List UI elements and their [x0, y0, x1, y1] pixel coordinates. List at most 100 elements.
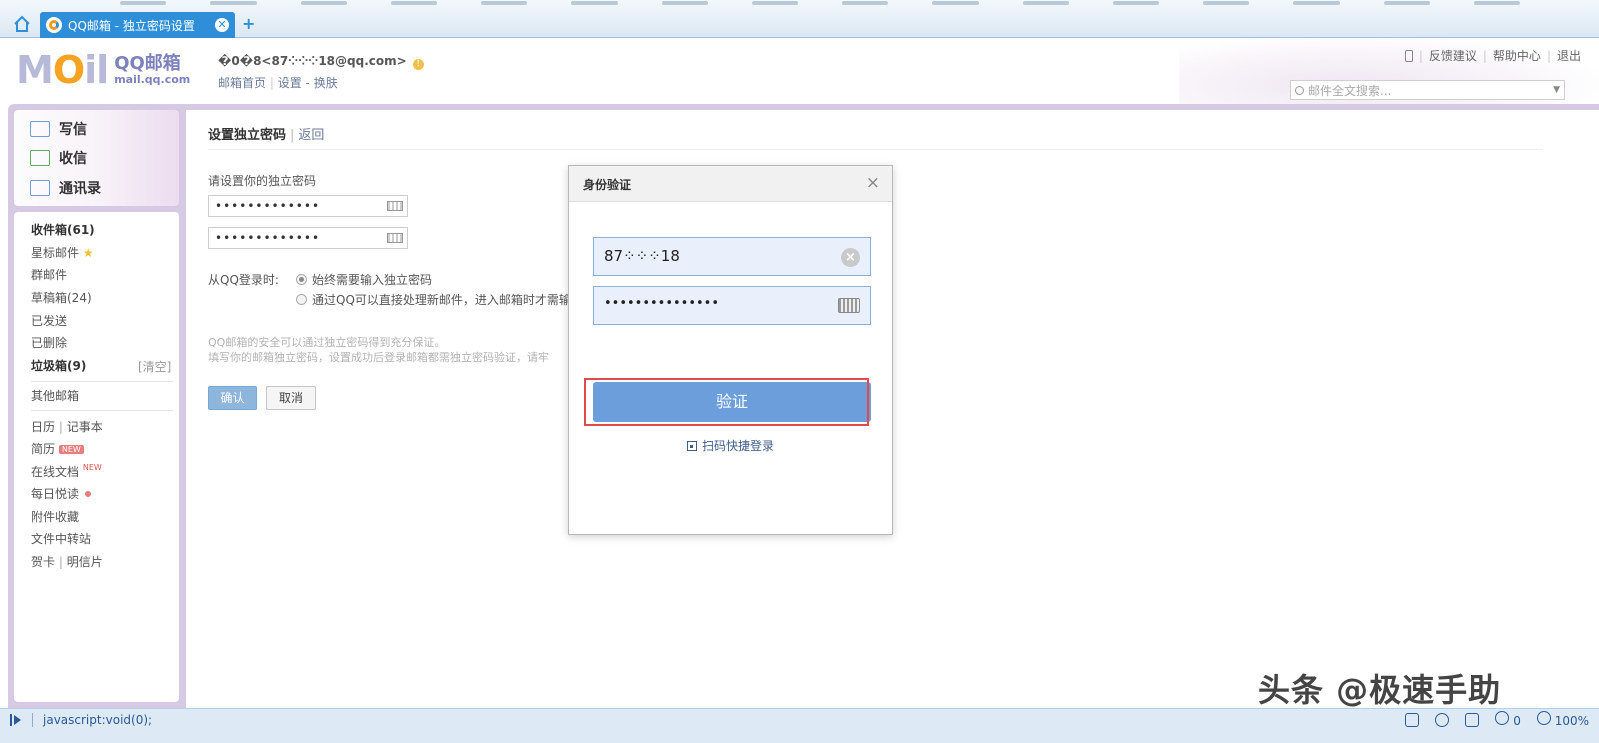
divider	[31, 381, 173, 382]
page-title: 设置独立密码 | 返回	[208, 128, 325, 143]
apps-calendar-notes: 日历 | 记事本	[31, 420, 103, 434]
download-icon	[1495, 711, 1510, 725]
warning-icon[interactable]: !	[412, 59, 424, 70]
qr-code-icon	[686, 441, 697, 451]
divider	[208, 149, 1543, 150]
link-greeting-cards[interactable]: 贺卡	[31, 555, 55, 569]
folder-drafts[interactable]: 草稿箱(24)	[31, 289, 92, 306]
link-resume[interactable]: 简历 NEW	[31, 440, 84, 457]
contacts-button[interactable]: 通讯录	[30, 178, 101, 198]
link-notes[interactable]: 记事本	[67, 420, 103, 434]
security-note-line1: QQ邮箱的安全可以通过独立密码得到充分保证。	[208, 336, 446, 349]
folder-group-mail[interactable]: 群邮件	[31, 266, 67, 283]
link-file-transfer[interactable]: 文件中转站	[31, 530, 91, 547]
back-link[interactable]: 返回	[298, 128, 324, 143]
qq-mail-logo[interactable]: MOil QQ邮箱 mail.qq.com	[16, 48, 191, 92]
close-icon[interactable]: ×	[866, 173, 880, 193]
search-icon	[1295, 85, 1304, 95]
network-icon[interactable]	[1465, 712, 1480, 727]
clear-input-icon[interactable]: ×	[841, 248, 860, 267]
receive-button[interactable]: 收信	[30, 148, 87, 168]
browser-status-bar: javascript:void(0); 0 100%	[0, 708, 1599, 743]
shield-icon[interactable]	[1405, 712, 1420, 727]
keyboard-icon[interactable]	[387, 201, 403, 211]
receive-label: 收信	[59, 151, 87, 167]
apps-cards: 贺卡 | 明信片	[31, 555, 103, 569]
link-attachments[interactable]: 附件收藏	[31, 508, 79, 525]
unread-dot-icon	[85, 491, 92, 497]
password-field-value: •••••••••••••	[215, 199, 321, 213]
folder-junk[interactable]: 垃圾箱(9)	[31, 357, 86, 374]
chevron-down-icon[interactable]: ▼	[1553, 85, 1560, 95]
link-daily-reading[interactable]: 每日悦读	[31, 485, 92, 502]
watermark: 头条 @极速手助	[1258, 671, 1502, 709]
radio-unchecked-icon	[296, 294, 307, 305]
folder-other-mail[interactable]: 其他邮箱	[31, 387, 79, 404]
status-url: javascript:void(0);	[43, 713, 153, 727]
link-mail-home[interactable]: 邮箱首页	[218, 76, 266, 90]
radio-always-require-label: 始终需要输入独立密码	[312, 273, 433, 287]
password-prompt: 请设置你的独立密码	[208, 174, 317, 188]
junk-clear-link[interactable]: [清空]	[138, 358, 171, 375]
tab-close-icon[interactable]: ✕	[215, 18, 229, 32]
link-online-docs[interactable]: 在线文档 NEW	[31, 463, 102, 480]
link-skin[interactable]: 换肤	[314, 76, 338, 90]
password-input[interactable]: •••••••••••••••	[593, 286, 871, 325]
download-count: 0	[1513, 714, 1521, 728]
page-title-text: 设置独立密码	[208, 128, 287, 143]
keyboard-icon[interactable]	[838, 298, 860, 313]
new-badge: NEW	[82, 463, 102, 472]
mail-search-input[interactable]: 邮件全文搜索... ▼	[1290, 80, 1565, 100]
link-postcards[interactable]: 明信片	[67, 555, 103, 569]
password-field[interactable]: •••••••••••••	[208, 195, 408, 217]
radio-qq-direct-label: 通过QQ可以直接处理新邮件，进入邮箱时才需输入	[312, 293, 583, 307]
compose-label: 写信	[59, 122, 87, 138]
folder-inbox[interactable]: 收件箱(61)	[31, 221, 95, 238]
compose-button[interactable]: 写信	[30, 119, 87, 139]
identity-verification-dialog: 身份验证 × 87⁘⁘⁘18 × ••••••••••••••• 验证 扫码快捷…	[568, 165, 893, 535]
logo-domain: mail.qq.com	[114, 72, 191, 86]
top-links: | 反馈建议 | 帮助中心 | 退出	[1404, 47, 1581, 64]
speaker-icon[interactable]	[1435, 712, 1450, 727]
folder-list-panel	[14, 212, 179, 702]
keyboard-icon[interactable]	[387, 233, 403, 243]
star-icon: ★	[82, 246, 94, 260]
login-option-label: 从QQ登录时:	[208, 273, 279, 287]
docs-label: 在线文档	[31, 465, 80, 479]
download-counter[interactable]: 0	[1495, 711, 1521, 728]
qr-login-label: 扫码快捷登录	[701, 439, 774, 453]
link-help[interactable]: 帮助中心	[1493, 47, 1541, 64]
browser-tab-bar: QQ邮箱 - 独立密码设置 ✕ +	[0, 0, 1599, 38]
zoom-level: 100%	[1554, 714, 1589, 728]
cancel-button[interactable]: 取消	[266, 386, 316, 410]
confirm-password-field[interactable]: •••••••••••••	[208, 227, 408, 249]
radio-qq-direct[interactable]: 通过QQ可以直接处理新邮件，进入邮箱时才需输入	[296, 291, 583, 308]
folder-sent[interactable]: 已发送	[31, 312, 67, 329]
radio-always-require[interactable]: 始终需要输入独立密码	[296, 271, 432, 288]
tab-qq-mail[interactable]: QQ邮箱 - 独立密码设置 ✕	[40, 12, 235, 38]
bookmarks-bar	[120, 0, 1520, 8]
new-tab-button[interactable]: +	[242, 14, 255, 33]
resume-label: 简历	[31, 442, 56, 456]
link-logout[interactable]: 退出	[1557, 47, 1581, 64]
dialog-title: 身份验证	[583, 178, 632, 192]
sidebar-toggle-icon[interactable]	[10, 714, 22, 726]
account-display: �0�8<87⁘⁘⁘18@qq.com>	[218, 54, 407, 68]
link-calendar[interactable]: 日历	[31, 420, 55, 434]
security-note-line2: 填写你的邮箱独立密码，设置成功后登录邮箱都需独立密码验证，请牢	[208, 351, 549, 364]
inbox-download-icon	[30, 150, 50, 166]
account-input[interactable]: 87⁘⁘⁘18 ×	[593, 237, 871, 276]
divider	[31, 410, 173, 411]
link-settings[interactable]: 设置	[278, 76, 302, 90]
zoom-control[interactable]: 100%	[1536, 711, 1589, 728]
home-icon[interactable]	[12, 14, 32, 34]
mobile-icon[interactable]	[1404, 49, 1413, 62]
folder-deleted[interactable]: 已删除	[31, 334, 67, 351]
dialog-header: 身份验证 ×	[569, 166, 892, 202]
link-feedback[interactable]: 反馈建议	[1429, 47, 1477, 64]
tab-title: QQ邮箱 - 独立密码设置	[68, 18, 195, 33]
daily-label: 每日悦读	[31, 487, 80, 501]
folder-starred[interactable]: 星标邮件 ★	[31, 244, 94, 261]
confirm-button[interactable]: 确认	[208, 386, 257, 410]
qr-login-link[interactable]: 扫码快捷登录	[569, 437, 892, 454]
